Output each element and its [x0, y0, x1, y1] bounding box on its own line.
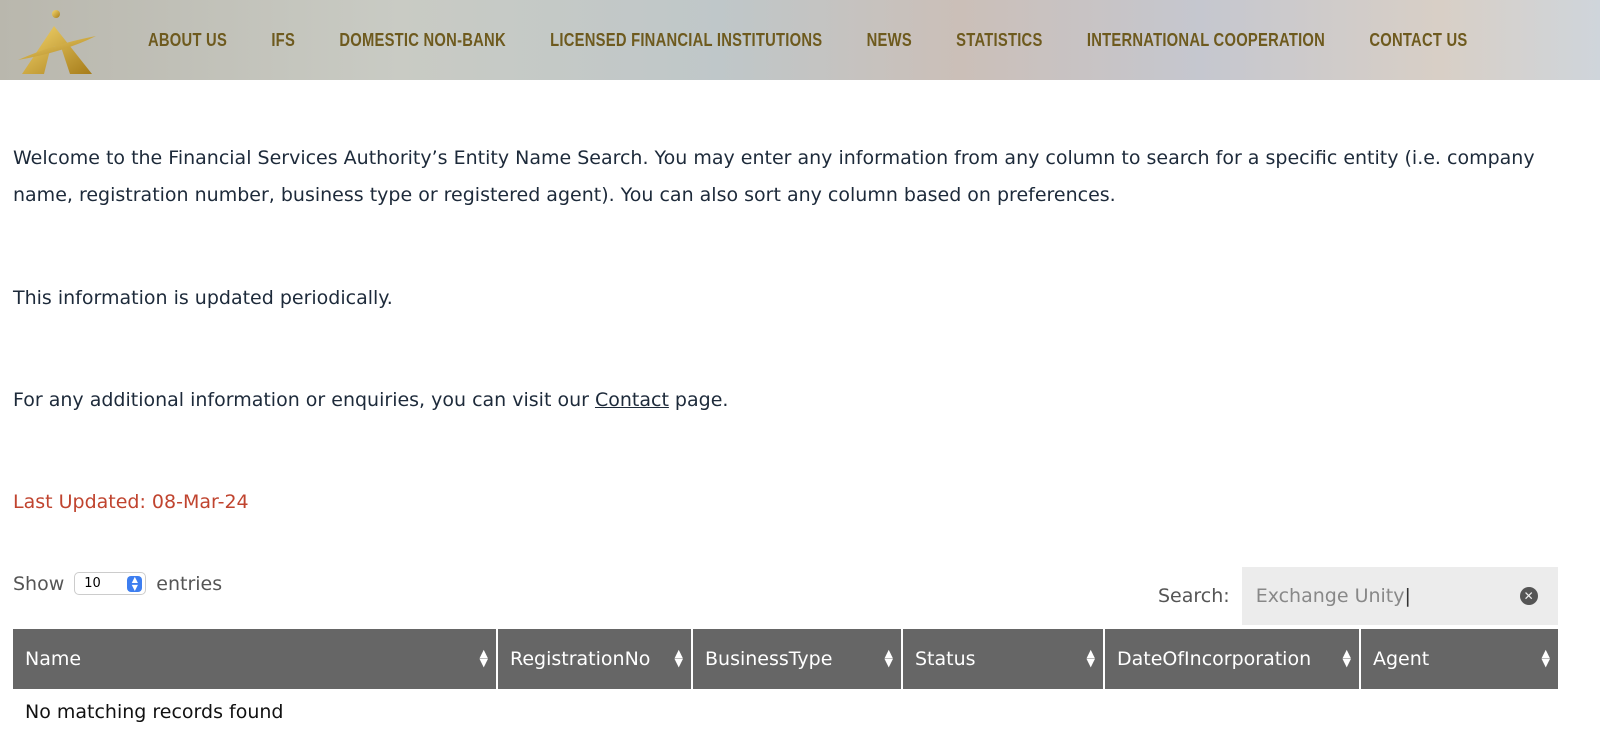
entries-label: entries — [156, 572, 223, 595]
column-label: BusinessType — [705, 648, 833, 670]
search-value: Exchange Unity — [1255, 585, 1405, 607]
intro-text: Welcome to the Financial Services Author… — [13, 147, 1535, 206]
nav-about-us[interactable]: ABOUT US — [148, 30, 227, 51]
nav-statistics[interactable]: STATISTICS — [956, 30, 1042, 51]
entries-control: Show 10 ▲ ▼ entries — [13, 572, 222, 595]
entity-table: Name ▲ ▼ RegistrationNo ▲ ▼ BusinessType ▲ ▼ S… — [13, 629, 1558, 735]
column-label: DateOfIncorporation — [1117, 648, 1312, 670]
clear-icon[interactable]: ✕ — [1519, 587, 1538, 605]
contact-pre: For any additional information or enquir… — [13, 389, 595, 411]
sort-icon: ▲ ▼ — [479, 647, 488, 669]
nav-licensed-financial-institutions[interactable]: LICENSED FINANCIAL INSTITUTIONS — [550, 30, 822, 51]
column-date-of-incorporation[interactable]: DateOfIncorporation ▲ ▼ — [1104, 629, 1361, 689]
empty-message: No matching records found — [25, 701, 284, 723]
update-note: This information is updated periodically… — [13, 287, 393, 309]
last-updated: Last Updated: 08-Mar-24 — [13, 491, 249, 513]
nav-international-cooperation[interactable]: INTERNATIONAL COOPERATION — [1087, 30, 1325, 51]
entries-value: 10 — [84, 576, 101, 591]
column-label: Agent — [1373, 648, 1430, 670]
contact-link[interactable]: Contact — [595, 389, 669, 411]
column-business-type[interactable]: BusinessType ▲ ▼ — [692, 629, 903, 689]
search-input[interactable]: Exchange Unity | ✕ — [1241, 567, 1558, 625]
contact-note: For any additional information or enquir… — [13, 382, 728, 419]
main-nav: ABOUT US IFS DOMESTIC NON-BANK LICENSED … — [148, 30, 1512, 51]
search-control: Search: Exchange Unity | ✕ — [1158, 567, 1558, 625]
entries-select[interactable]: 10 ▲ ▼ — [74, 572, 147, 595]
nav-contact-us[interactable]: CONTACT US — [1369, 30, 1467, 51]
column-label: RegistrationNo — [510, 648, 651, 670]
column-label: Status — [915, 648, 976, 670]
table-row: No matching records found — [13, 689, 1558, 735]
nav-news[interactable]: NEWS — [867, 30, 912, 51]
chevron-updown-icon: ▲ ▼ — [127, 576, 143, 592]
contact-post: page. — [668, 389, 729, 411]
logo[interactable] — [14, 8, 98, 76]
nav-ifs[interactable]: IFS — [271, 30, 295, 51]
column-label: Name — [25, 648, 82, 670]
column-registration-no[interactable]: RegistrationNo ▲ ▼ — [497, 629, 693, 689]
sort-icon: ▲ ▼ — [1086, 647, 1095, 669]
nav-domestic-non-bank[interactable]: DOMESTIC NON-BANK — [339, 30, 506, 51]
site-header: ABOUT US IFS DOMESTIC NON-BANK LICENSED … — [0, 0, 1600, 80]
column-agent[interactable]: Agent ▲ ▼ — [1360, 629, 1558, 689]
search-label: Search: — [1158, 585, 1230, 607]
sort-icon: ▲ ▼ — [884, 647, 893, 669]
column-status[interactable]: Status ▲ ▼ — [902, 629, 1105, 689]
column-name[interactable]: Name ▲ ▼ — [13, 629, 498, 689]
show-label: Show — [13, 572, 65, 595]
sort-icon: ▲ ▼ — [1541, 647, 1550, 669]
sort-icon: ▲ ▼ — [1342, 647, 1351, 669]
sort-icon: ▲ ▼ — [674, 647, 683, 669]
